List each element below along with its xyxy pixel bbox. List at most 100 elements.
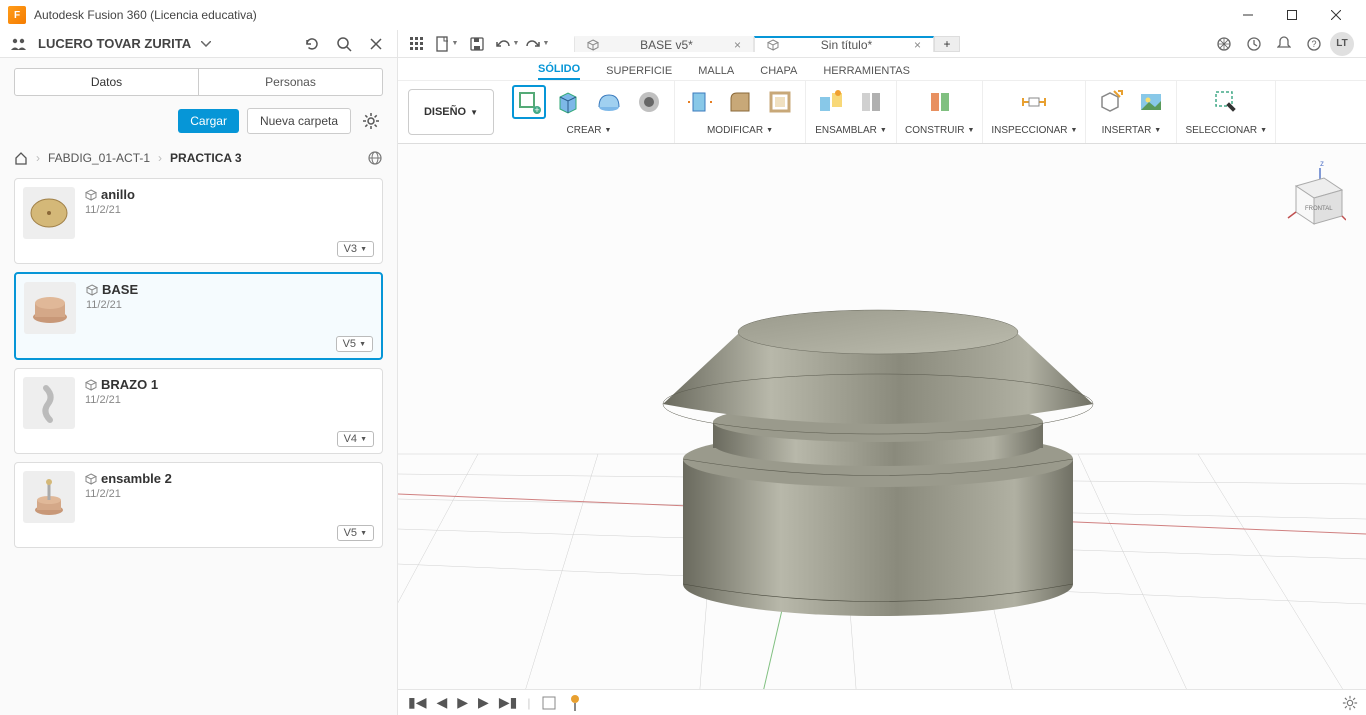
- add-tab-button[interactable]: +: [934, 36, 960, 52]
- group-label-select[interactable]: SELECCIONAR ▼: [1185, 125, 1267, 136]
- ribbon-tab-mesh[interactable]: MALLA: [698, 65, 734, 80]
- shell-tool[interactable]: [763, 85, 797, 119]
- upload-button[interactable]: Cargar: [178, 109, 239, 133]
- user-avatar[interactable]: LT: [1330, 32, 1354, 56]
- refresh-button[interactable]: [301, 33, 323, 55]
- viewport[interactable]: z FRONTAL ▮◀ ◀ ▶ ▶ ▶▮ |: [398, 144, 1366, 715]
- file-date: 11/2/21: [85, 204, 135, 216]
- view-cube[interactable]: z FRONTAL: [1276, 156, 1346, 230]
- ribbon-tab-solid[interactable]: SÓLIDO: [538, 63, 580, 80]
- timeline-next-button[interactable]: ▶: [478, 694, 489, 711]
- undo-button[interactable]: ▼: [494, 32, 520, 56]
- cube-icon: [86, 284, 98, 296]
- extrude-tool[interactable]: [552, 85, 586, 119]
- group-label-assemble[interactable]: ENSAMBLAR ▼: [815, 125, 887, 136]
- jobs-button[interactable]: [1240, 32, 1268, 56]
- ribbon-tab-tools[interactable]: HERRAMIENTAS: [823, 65, 910, 80]
- timeline-end-button[interactable]: ▶▮: [499, 694, 517, 711]
- hole-tool[interactable]: [632, 85, 666, 119]
- breadcrumb: › FABDIG_01-ACT-1 › PRACTICA 3: [0, 144, 397, 176]
- help-button[interactable]: ?: [1300, 32, 1328, 56]
- file-name: BRAZO 1: [101, 377, 158, 392]
- home-icon[interactable]: [14, 151, 28, 165]
- joint-tool[interactable]: [814, 85, 848, 119]
- file-thumbnail: [23, 187, 75, 239]
- insert-decal-tool[interactable]: [1134, 85, 1168, 119]
- press-pull-tool[interactable]: [683, 85, 717, 119]
- timeline-prev-button[interactable]: ◀: [436, 694, 447, 711]
- measure-tool[interactable]: [1017, 85, 1051, 119]
- group-label-modify[interactable]: MODIFICAR ▼: [707, 125, 773, 136]
- close-panel-button[interactable]: [365, 33, 387, 55]
- project-dropdown-icon[interactable]: [201, 41, 211, 47]
- project-name[interactable]: LUCERO TOVAR ZURITA: [38, 36, 191, 51]
- svg-text:FRONTAL: FRONTAL: [1305, 206, 1333, 212]
- close-icon[interactable]: ×: [914, 38, 921, 52]
- file-item[interactable]: anillo 11/2/21 V3 ▼: [14, 178, 383, 264]
- version-selector[interactable]: V3 ▼: [337, 241, 374, 257]
- window-title: Autodesk Fusion 360 (Licencia educativa): [34, 8, 257, 22]
- search-button[interactable]: [333, 33, 355, 55]
- maximize-button[interactable]: [1270, 0, 1314, 30]
- version-selector[interactable]: V4 ▼: [337, 431, 374, 447]
- sketch-tool[interactable]: +: [512, 85, 546, 119]
- redo-button[interactable]: ▼: [524, 32, 550, 56]
- file-thumbnail: [23, 377, 75, 429]
- fillet-tool[interactable]: [723, 85, 757, 119]
- extensions-button[interactable]: [1210, 32, 1238, 56]
- ribbon-tab-surface[interactable]: SUPERFICIE: [606, 65, 672, 80]
- settings-button[interactable]: [359, 109, 383, 133]
- file-name: ensamble 2: [101, 471, 172, 486]
- timeline-feature-icon[interactable]: [540, 694, 558, 712]
- select-tool[interactable]: [1209, 85, 1243, 119]
- team-icon: [10, 37, 28, 51]
- ribbon-tab-sheet[interactable]: CHAPA: [760, 65, 797, 80]
- close-button[interactable]: [1314, 0, 1358, 30]
- as-built-joint-tool[interactable]: [854, 85, 888, 119]
- svg-text:?: ?: [1311, 39, 1316, 49]
- file-thumbnail: [24, 282, 76, 334]
- file-thumbnail: [23, 471, 75, 523]
- close-icon[interactable]: ×: [734, 38, 741, 52]
- file-name: BASE: [102, 282, 138, 297]
- save-button[interactable]: [464, 32, 490, 56]
- file-item[interactable]: BRAZO 1 11/2/21 V4 ▼: [14, 368, 383, 454]
- viewport-settings-button[interactable]: [1342, 695, 1358, 711]
- design-label: DISEÑO: [424, 106, 466, 118]
- group-label-inspect[interactable]: INSPECCIONAR ▼: [991, 125, 1077, 136]
- workspace-switcher[interactable]: DISEÑO ▼: [408, 89, 494, 135]
- timeline-play-button[interactable]: ▶: [457, 694, 468, 711]
- breadcrumb-level1[interactable]: FABDIG_01-ACT-1: [48, 151, 150, 165]
- cube-icon: [85, 189, 97, 201]
- group-label-construct[interactable]: CONSTRUIR ▼: [905, 125, 974, 136]
- file-item[interactable]: BASE11/2/21V5 ▼: [14, 272, 383, 360]
- insert-derive-tool[interactable]: [1094, 85, 1128, 119]
- minimize-button[interactable]: [1226, 0, 1270, 30]
- chevron-down-icon: ▼: [470, 108, 478, 117]
- data-panel: Datos Personas Cargar Nueva carpeta › FA…: [0, 58, 398, 715]
- group-label-create[interactable]: CREAR ▼: [567, 125, 612, 136]
- timeline: ▮◀ ◀ ▶ ▶ ▶▮ |: [398, 689, 1366, 715]
- file-menu-button[interactable]: ▼: [434, 32, 460, 56]
- version-selector[interactable]: V5 ▼: [337, 525, 374, 541]
- document-tab-1[interactable]: Sin título* ×: [754, 36, 934, 52]
- group-label-insert[interactable]: INSERTAR ▼: [1102, 125, 1162, 136]
- version-selector[interactable]: V5 ▼: [336, 336, 373, 352]
- file-date: 11/2/21: [85, 394, 158, 406]
- file-item[interactable]: ensamble 211/2/21V5 ▼: [14, 462, 383, 548]
- breadcrumb-level2[interactable]: PRACTICA 3: [170, 151, 242, 165]
- notifications-button[interactable]: [1270, 32, 1298, 56]
- grid-apps-button[interactable]: [404, 32, 430, 56]
- tab-data[interactable]: Datos: [14, 68, 199, 96]
- file-name: anillo: [101, 187, 135, 202]
- tab-people[interactable]: Personas: [199, 68, 383, 96]
- document-tab-label: Sin título*: [785, 38, 908, 52]
- construct-plane-tool[interactable]: [923, 85, 957, 119]
- revolve-tool[interactable]: [592, 85, 626, 119]
- new-folder-button[interactable]: Nueva carpeta: [247, 108, 351, 134]
- document-tab-0[interactable]: BASE v5* ×: [574, 36, 754, 52]
- timeline-feature-pin-icon[interactable]: [568, 694, 582, 712]
- timeline-start-button[interactable]: ▮◀: [408, 694, 426, 711]
- globe-icon[interactable]: [367, 150, 383, 166]
- svg-text:+: +: [534, 105, 539, 115]
